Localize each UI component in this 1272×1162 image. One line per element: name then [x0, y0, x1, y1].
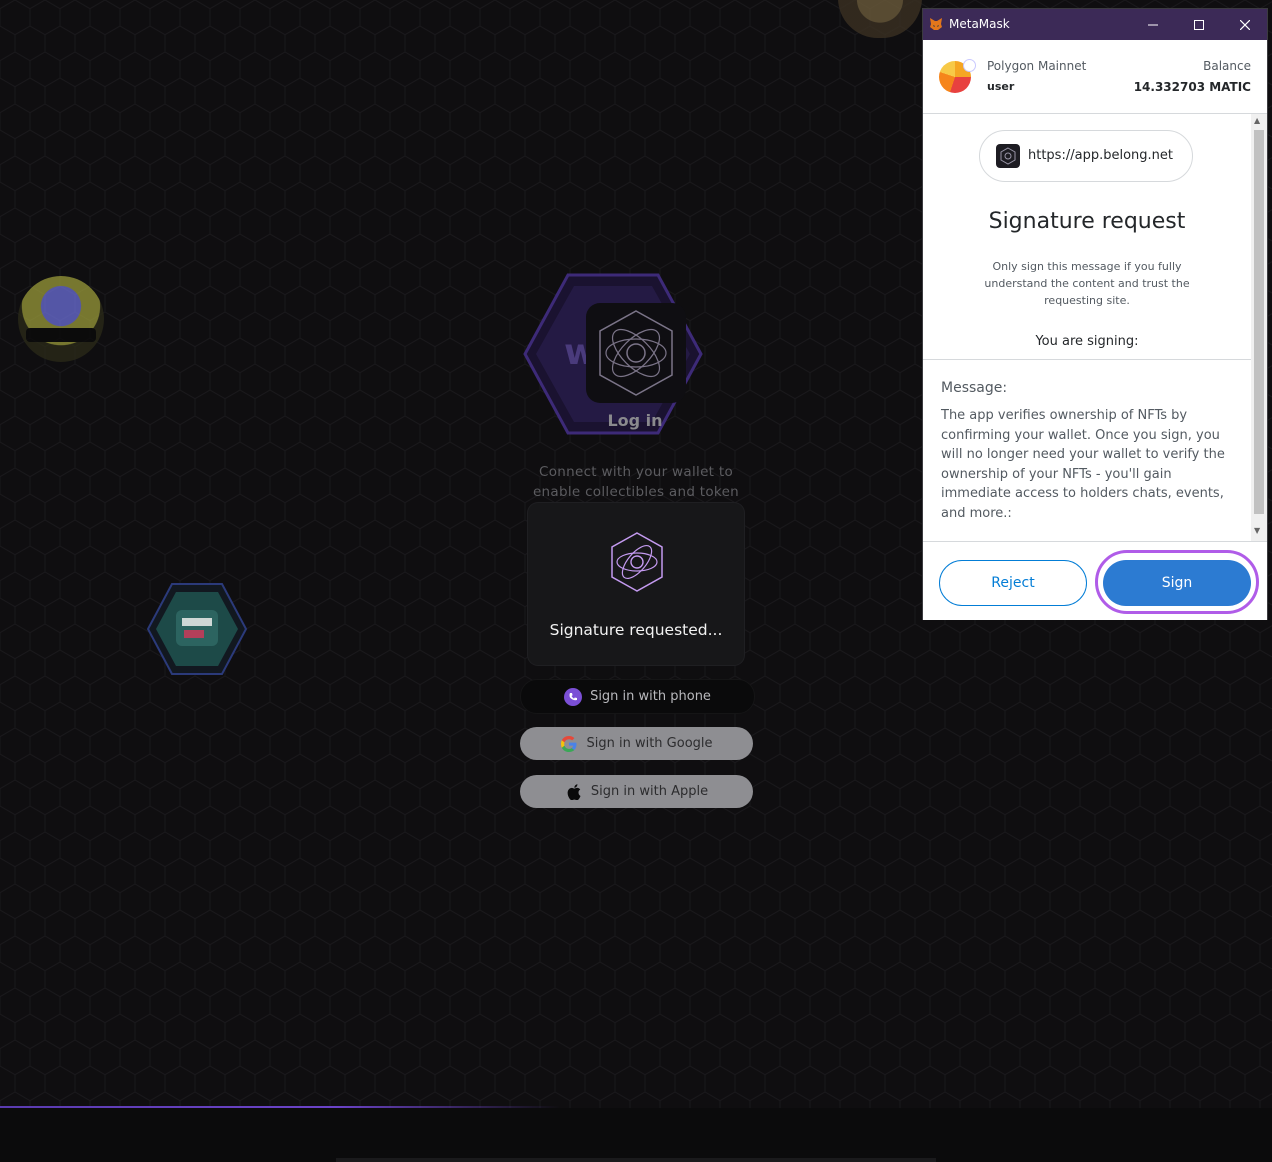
sign-in-google-label: Sign in with Google	[586, 736, 713, 751]
close-icon	[1240, 19, 1250, 30]
balance-value: 14.332703 MATIC	[1133, 80, 1251, 94]
belong-logo-icon	[611, 532, 663, 592]
origin-url: https://app.belong.net	[1028, 148, 1173, 163]
belong-logo-icon	[586, 303, 686, 403]
network-name: Polygon Mainnet	[987, 59, 1087, 73]
connect-wallet-text: Connect with your wallet to enable colle…	[532, 464, 740, 500]
site-favicon-icon	[996, 144, 1020, 168]
signature-request-title: Signature request	[988, 209, 1186, 234]
phone-icon	[564, 687, 583, 706]
user-avatar-left	[18, 276, 104, 362]
signature-requested-card: Signature requested...	[528, 503, 744, 665]
signature-warning: Only sign this message if you fully unde…	[984, 260, 1190, 307]
apple-icon	[565, 783, 583, 801]
window-title: MetaMask	[949, 17, 1010, 31]
account-name: user	[987, 80, 1015, 93]
maximize-button[interactable]	[1176, 9, 1222, 40]
connected-badge-icon	[963, 59, 976, 72]
scrollbar[interactable]: ▲ ▼	[1251, 114, 1267, 541]
minimize-button[interactable]	[1130, 9, 1176, 40]
reject-button[interactable]: Reject	[939, 560, 1087, 606]
google-icon	[560, 735, 578, 753]
login-title: Log in	[607, 411, 663, 430]
you-are-signing-label: You are signing:	[1035, 334, 1139, 349]
sign-in-google-button[interactable]: Sign in with Google	[520, 727, 753, 760]
metamask-window: MetaMask Polygon Mainnet user Balance 14…	[922, 8, 1268, 620]
signature-content-scroll[interactable]: https://app.belong.net Signature request…	[923, 114, 1267, 541]
nft-hex-avatar	[146, 583, 248, 675]
scroll-thumb[interactable]	[1254, 130, 1264, 514]
maximize-icon	[1194, 19, 1204, 30]
scroll-up-icon[interactable]: ▲	[1254, 116, 1260, 125]
message-body: The app verifies ownership of NFTs by co…	[941, 408, 1225, 521]
sign-button[interactable]: Sign	[1103, 560, 1251, 606]
metamask-fox-icon	[930, 18, 942, 30]
origin-pill: https://app.belong.net	[979, 130, 1193, 182]
sign-in-apple-button[interactable]: Sign in with Apple	[520, 775, 753, 808]
action-footer: Reject Sign	[923, 541, 1267, 620]
scroll-down-icon[interactable]: ▼	[1254, 526, 1260, 535]
taskbar-strip	[0, 1108, 1272, 1162]
sign-in-phone-label: Sign in with phone	[590, 689, 711, 704]
metamask-titlebar[interactable]: MetaMask	[923, 9, 1267, 40]
sign-in-apple-label: Sign in with Apple	[590, 784, 709, 799]
signature-requested-text: Signature requested...	[549, 621, 723, 639]
message-label: Message:	[941, 380, 1008, 396]
account-header: Polygon Mainnet user Balance 14.332703 M…	[923, 40, 1267, 114]
content-divider	[923, 359, 1251, 360]
bottom-divider	[336, 1158, 936, 1162]
minimize-icon	[1148, 24, 1158, 25]
sign-in-phone-button[interactable]: Sign in with phone	[520, 679, 755, 714]
close-button[interactable]	[1222, 9, 1268, 40]
balance-label: Balance	[1203, 59, 1251, 73]
